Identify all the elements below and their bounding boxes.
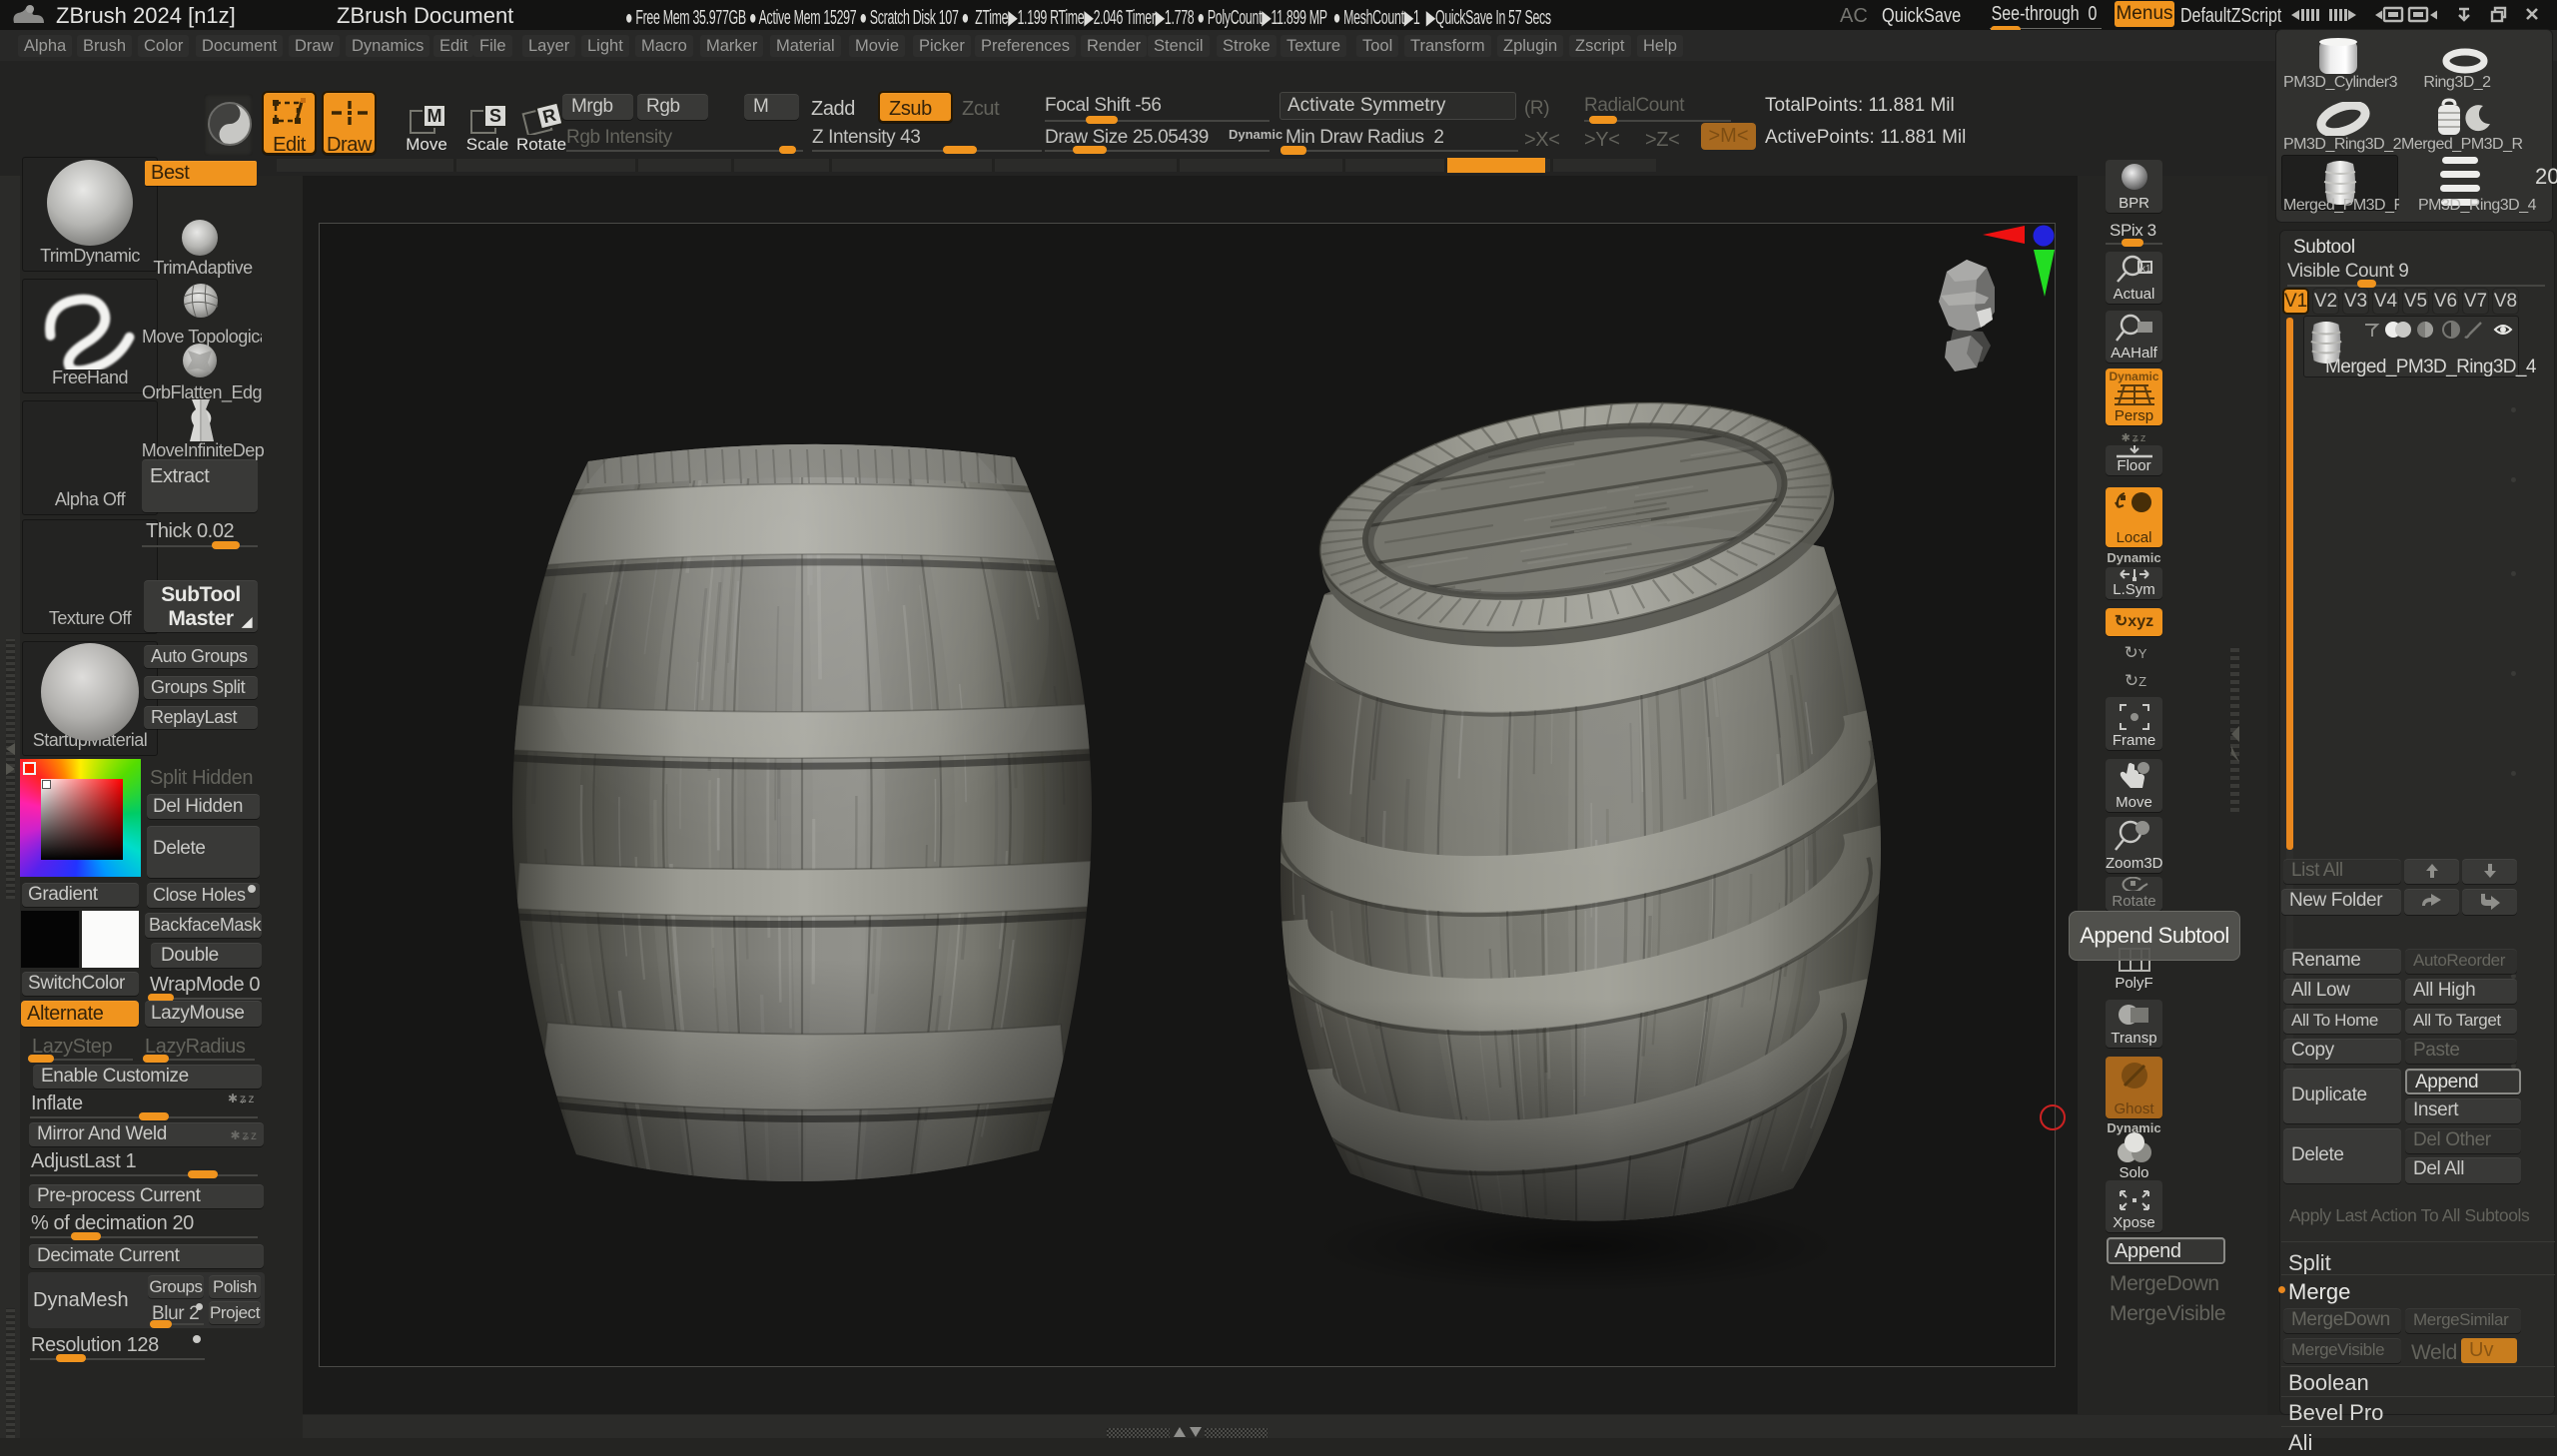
svg-text:S: S <box>489 106 501 126</box>
svg-text:x1: x1 <box>2140 264 2151 275</box>
svg-text:M: M <box>427 106 442 126</box>
